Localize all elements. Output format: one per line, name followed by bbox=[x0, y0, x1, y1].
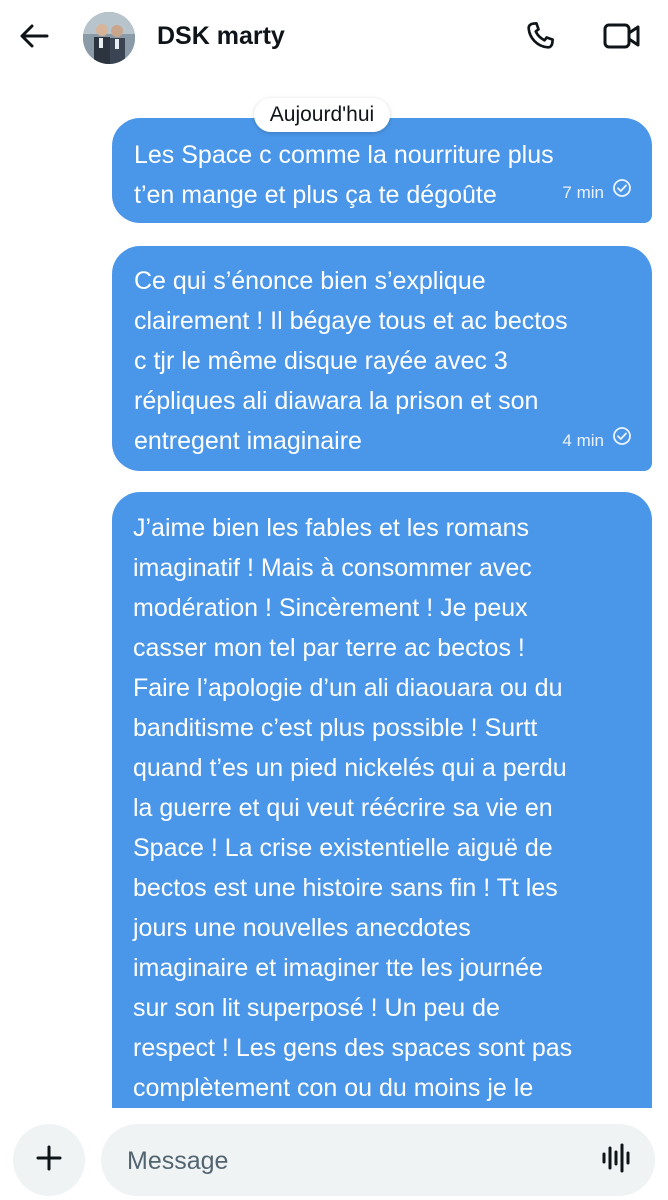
avatar[interactable] bbox=[83, 12, 135, 64]
call-button[interactable] bbox=[518, 16, 562, 60]
back-button[interactable] bbox=[14, 18, 54, 58]
arrow-left-icon bbox=[19, 23, 49, 54]
message-time: 7 min bbox=[562, 183, 604, 202]
contact-name[interactable]: DSK marty bbox=[157, 22, 285, 51]
message-bubble[interactable]: Les Space c comme la nourriture plus t’e… bbox=[112, 118, 652, 223]
chat-header: DSK marty bbox=[0, 0, 668, 76]
check-circle-icon bbox=[612, 173, 632, 213]
video-camera-icon bbox=[603, 21, 641, 56]
message-bubble[interactable]: Ce qui s’énonce bien s’explique claireme… bbox=[112, 246, 652, 471]
date-separator: Aujourd'hui bbox=[254, 98, 390, 132]
plus-icon bbox=[34, 1143, 64, 1178]
voice-message-button[interactable] bbox=[597, 1140, 637, 1180]
message-text: Les Space c comme la nourriture plus t’e… bbox=[134, 141, 554, 209]
message-text: J’aime bien les fables et les romans ima… bbox=[133, 514, 573, 1102]
check-circle-icon bbox=[612, 421, 632, 461]
message-meta: 7 min bbox=[562, 173, 632, 213]
message-time: 4 min bbox=[562, 431, 604, 450]
message-meta: 4 min bbox=[562, 421, 632, 461]
phone-icon bbox=[524, 20, 556, 57]
message-list[interactable]: Aujourd'hui Les Space c comme la nourrit… bbox=[0, 76, 668, 1108]
add-attachment-button[interactable] bbox=[13, 1124, 85, 1196]
message-text: Ce qui s’énonce bien s’explique claireme… bbox=[134, 267, 568, 455]
message-bubble[interactable]: J’aime bien les fables et les romans ima… bbox=[112, 492, 652, 1108]
video-call-button[interactable] bbox=[598, 16, 646, 60]
message-composer bbox=[0, 1108, 668, 1200]
message-field[interactable] bbox=[101, 1124, 655, 1198]
message-input[interactable] bbox=[125, 1124, 569, 1198]
voice-waveform-icon bbox=[600, 1141, 634, 1180]
